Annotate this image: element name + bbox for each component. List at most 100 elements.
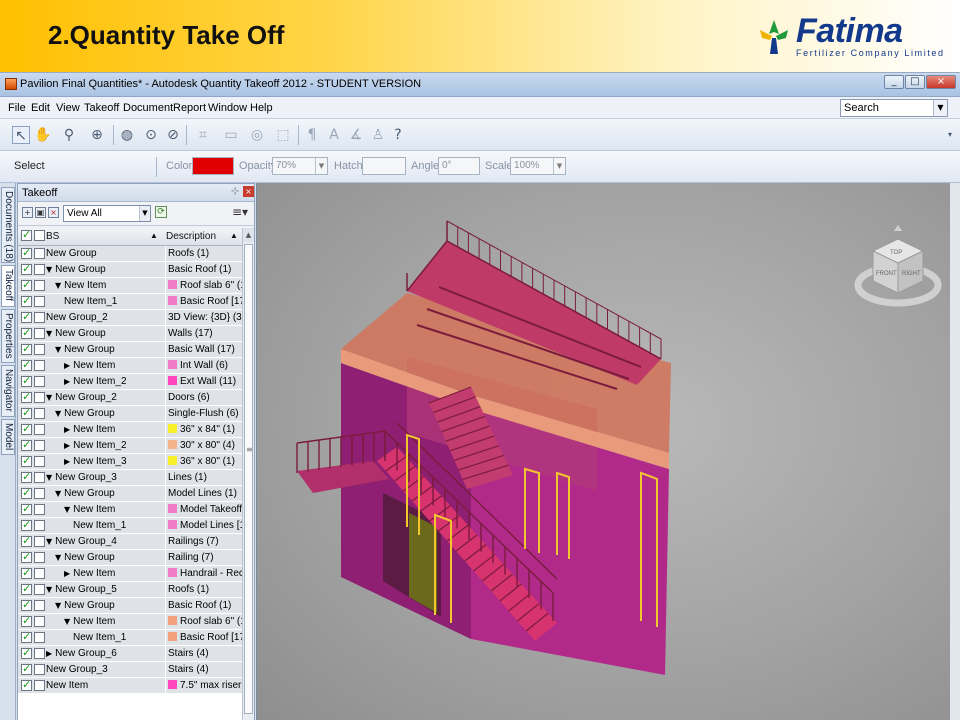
building-model[interactable] xyxy=(257,183,951,720)
viewcube-home-arrow-icon[interactable] xyxy=(894,225,902,231)
markup-icon[interactable]: ¶ xyxy=(304,126,320,144)
row-select-checkbox[interactable] xyxy=(34,296,45,307)
row-include-checkbox[interactable] xyxy=(21,470,32,483)
maximize-button[interactable]: □ xyxy=(905,75,925,89)
row-include-checkbox[interactable] xyxy=(21,534,32,547)
color-picker[interactable] xyxy=(192,157,234,175)
tab-navigator[interactable]: Navigator xyxy=(1,365,15,417)
close-window-button[interactable]: × xyxy=(926,75,956,89)
row-include-checkbox[interactable] xyxy=(21,582,32,595)
row-select-checkbox[interactable] xyxy=(34,568,45,579)
table-row[interactable]: ▶New Item_2 Ext Wall (11) xyxy=(18,374,242,390)
close-icon[interactable]: × xyxy=(243,186,254,197)
expand-triangle-icon[interactable]: ▶ xyxy=(64,569,70,578)
table-row[interactable]: ▼New Item Roof slab 6" (1) xyxy=(18,614,242,630)
tab-model[interactable]: Model xyxy=(1,419,15,455)
row-select-checkbox[interactable] xyxy=(34,360,45,371)
table-row[interactable]: ▼New Group Model Lines (1) xyxy=(18,486,242,502)
row-include-checkbox[interactable] xyxy=(21,598,32,611)
table-row[interactable]: New Group_2 3D View: {3D} (36) xyxy=(18,310,242,326)
table-row[interactable]: New Group_3 Stairs (4) xyxy=(18,662,242,678)
row-include-checkbox[interactable] xyxy=(21,630,32,643)
table-row[interactable]: New Item_1 Model Lines [16166 xyxy=(18,518,242,534)
table-row[interactable]: New Item_1 Basic Roof [170174 xyxy=(18,630,242,646)
menu-window[interactable]: Window xyxy=(208,102,247,114)
table-row[interactable]: ▼New Item Model Takeoff (1) xyxy=(18,502,242,518)
table-row[interactable]: ▶New Group_6 Stairs (4) xyxy=(18,646,242,662)
tab-properties[interactable]: Properties xyxy=(1,309,15,363)
stamp-icon[interactable]: ♙ xyxy=(370,126,386,144)
row-include-checkbox[interactable] xyxy=(21,518,32,531)
row-select-checkbox[interactable] xyxy=(34,312,45,323)
sort-asc-icon[interactable]: ▲ xyxy=(230,231,238,240)
row-select-checkbox[interactable] xyxy=(34,344,45,355)
row-select-checkbox[interactable] xyxy=(34,664,45,675)
row-include-checkbox[interactable] xyxy=(21,662,32,675)
row-include-checkbox[interactable] xyxy=(21,358,32,371)
row-include-checkbox[interactable] xyxy=(21,342,32,355)
row-select-checkbox[interactable] xyxy=(34,616,45,627)
refresh-icon[interactable]: ⟳ xyxy=(155,206,167,218)
row-select-checkbox[interactable] xyxy=(34,680,45,691)
row-select-checkbox[interactable] xyxy=(34,520,45,531)
row-select-checkbox[interactable] xyxy=(34,248,45,259)
tab-takeoff[interactable]: Takeoff xyxy=(1,265,15,307)
chevron-down-icon[interactable]: ▼ xyxy=(933,100,947,116)
row-include-checkbox[interactable] xyxy=(21,374,32,387)
row-select-checkbox[interactable] xyxy=(34,472,45,483)
scrollbar-thumb[interactable]: ≡ xyxy=(244,244,253,714)
orbit-icon[interactable]: ◍ xyxy=(118,126,136,144)
row-include-checkbox[interactable] xyxy=(21,454,32,467)
row-include-checkbox[interactable] xyxy=(21,566,32,579)
row-include-checkbox[interactable] xyxy=(21,550,32,563)
row-select-checkbox[interactable] xyxy=(34,376,45,387)
collapse-triangle-icon[interactable]: ▼ xyxy=(46,329,52,338)
expand-triangle-icon[interactable]: ▶ xyxy=(64,457,70,466)
row-include-checkbox[interactable] xyxy=(21,646,32,659)
row-include-checkbox[interactable] xyxy=(21,262,32,275)
menu-view[interactable]: View xyxy=(56,102,80,114)
help-icon[interactable]: ? xyxy=(390,126,406,144)
row-select-checkbox[interactable] xyxy=(34,392,45,403)
row-select-checkbox[interactable] xyxy=(34,456,45,467)
delete-icon[interactable]: × xyxy=(48,207,59,218)
row-select-checkbox[interactable] xyxy=(34,280,45,291)
table-row[interactable]: ▶New Item Handrail - Rectangu xyxy=(18,566,242,582)
row-include-checkbox[interactable] xyxy=(21,438,32,451)
viewcube[interactable]: TOP FRONT RIGHT xyxy=(853,223,943,315)
table-row[interactable]: ▼New Group Single-Flush (6) xyxy=(18,406,242,422)
area-takeoff-icon[interactable]: ▭ xyxy=(220,126,242,144)
row-select-checkbox[interactable] xyxy=(34,584,45,595)
copy-icon[interactable]: ▣ xyxy=(35,207,46,218)
table-row[interactable]: ▶New Item Int Wall (6) xyxy=(18,358,242,374)
row-select-checkbox[interactable] xyxy=(34,440,45,451)
row-select-checkbox[interactable] xyxy=(34,264,45,275)
new-group-icon[interactable]: + xyxy=(22,207,33,218)
zoom-extents-icon[interactable]: ⊘ xyxy=(164,126,182,144)
row-include-checkbox[interactable] xyxy=(21,502,32,515)
menu-report[interactable]: Report xyxy=(173,102,206,114)
row-include-checkbox[interactable] xyxy=(21,246,32,259)
table-row[interactable]: ▼New Group Railing (7) xyxy=(18,550,242,566)
text-annotation-icon[interactable]: A xyxy=(326,126,342,144)
row-select-checkbox[interactable] xyxy=(34,408,45,419)
zoom-window-icon[interactable]: ⊙ xyxy=(142,126,160,144)
table-row[interactable]: ▼New Group_3 Lines (1) xyxy=(18,470,242,486)
row-include-checkbox[interactable] xyxy=(21,422,32,435)
row-include-checkbox[interactable] xyxy=(21,390,32,403)
tab-documents[interactable]: Documents (18) xyxy=(1,187,15,263)
collapse-triangle-icon[interactable]: ▼ xyxy=(46,265,52,274)
row-select-checkbox[interactable] xyxy=(34,600,45,611)
table-row[interactable]: ▼New Group_2 Doors (6) xyxy=(18,390,242,406)
scale-select[interactable]: 100% ▼ xyxy=(510,157,566,175)
row-select-checkbox[interactable] xyxy=(34,488,45,499)
column-header-description[interactable]: Description xyxy=(166,231,216,242)
collapse-triangle-icon[interactable]: ▼ xyxy=(55,601,61,610)
expand-triangle-icon[interactable]: ▶ xyxy=(46,649,52,658)
collapse-triangle-icon[interactable]: ▼ xyxy=(46,393,52,402)
hatch-picker[interactable] xyxy=(362,157,406,175)
row-include-checkbox[interactable] xyxy=(21,614,32,627)
3d-model-viewport[interactable]: TOP FRONT RIGHT xyxy=(256,183,960,720)
table-row[interactable]: New Group Roofs (1) xyxy=(18,246,242,262)
view-filter-select[interactable]: View All ▼ xyxy=(63,205,151,222)
